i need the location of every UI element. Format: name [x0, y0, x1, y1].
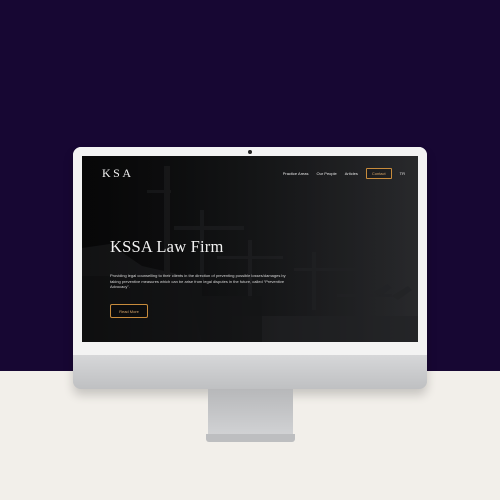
monitor-foot: [206, 434, 295, 442]
camera-icon: [248, 150, 252, 154]
contact-button[interactable]: Contact: [365, 168, 392, 179]
monitor-stand: [208, 389, 293, 437]
nav-link-our-people[interactable]: Our People: [317, 171, 337, 176]
nav-link-articles[interactable]: Articles: [345, 171, 358, 176]
hero-title: KSSA Law Firm: [110, 237, 224, 256]
monitor-chin: [73, 355, 427, 389]
nav-link-practice-areas[interactable]: Practice Areas: [283, 171, 309, 176]
read-more-button[interactable]: Read More: [110, 304, 148, 318]
site-logo[interactable]: KSA: [102, 166, 134, 181]
language-toggle[interactable]: TR: [400, 171, 405, 176]
top-navigation: Practice Areas Our People Articles Conta…: [283, 168, 405, 179]
hero-description: Providing legal counselling to their cli…: [110, 273, 286, 290]
website-screen: KSA Practice Areas Our People Articles C…: [82, 156, 418, 342]
